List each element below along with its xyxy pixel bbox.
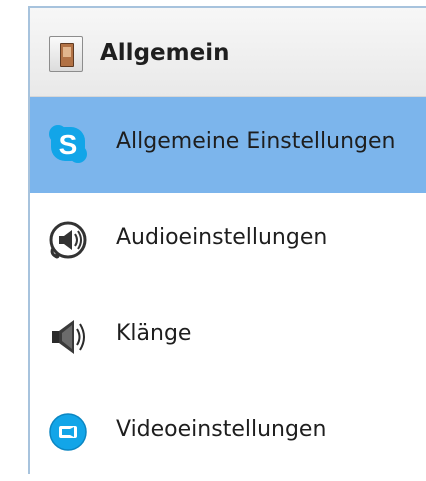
menu-item-audio-settings[interactable]: Audioeinstellungen [30,193,426,289]
menu-item-label: Allgemeine Einstellungen [116,129,396,154]
speaker-icon [52,320,85,354]
menu-item-video-settings[interactable]: Videoeinstellungen [30,385,426,481]
skype-icon: S [49,125,87,163]
video-camera-icon [49,413,87,451]
menu-item-sounds[interactable]: Klänge [30,289,426,385]
switch-icon [49,36,83,72]
menu-item-label: Videoeinstellungen [116,417,327,442]
menu-item-general-settings[interactable]: S Allgemeine Einstellungen [30,97,426,193]
category-header[interactable]: Allgemein [30,8,426,97]
menu-item-label: Audioeinstellungen [116,225,328,250]
svg-text:S: S [59,129,78,160]
category-title: Allgemein [100,40,230,66]
headset-speaker-icon [49,221,87,259]
menu-item-label: Klänge [116,321,192,346]
settings-panel: Allgemein S Allgemeine Einstellungen Aud… [0,0,426,474]
